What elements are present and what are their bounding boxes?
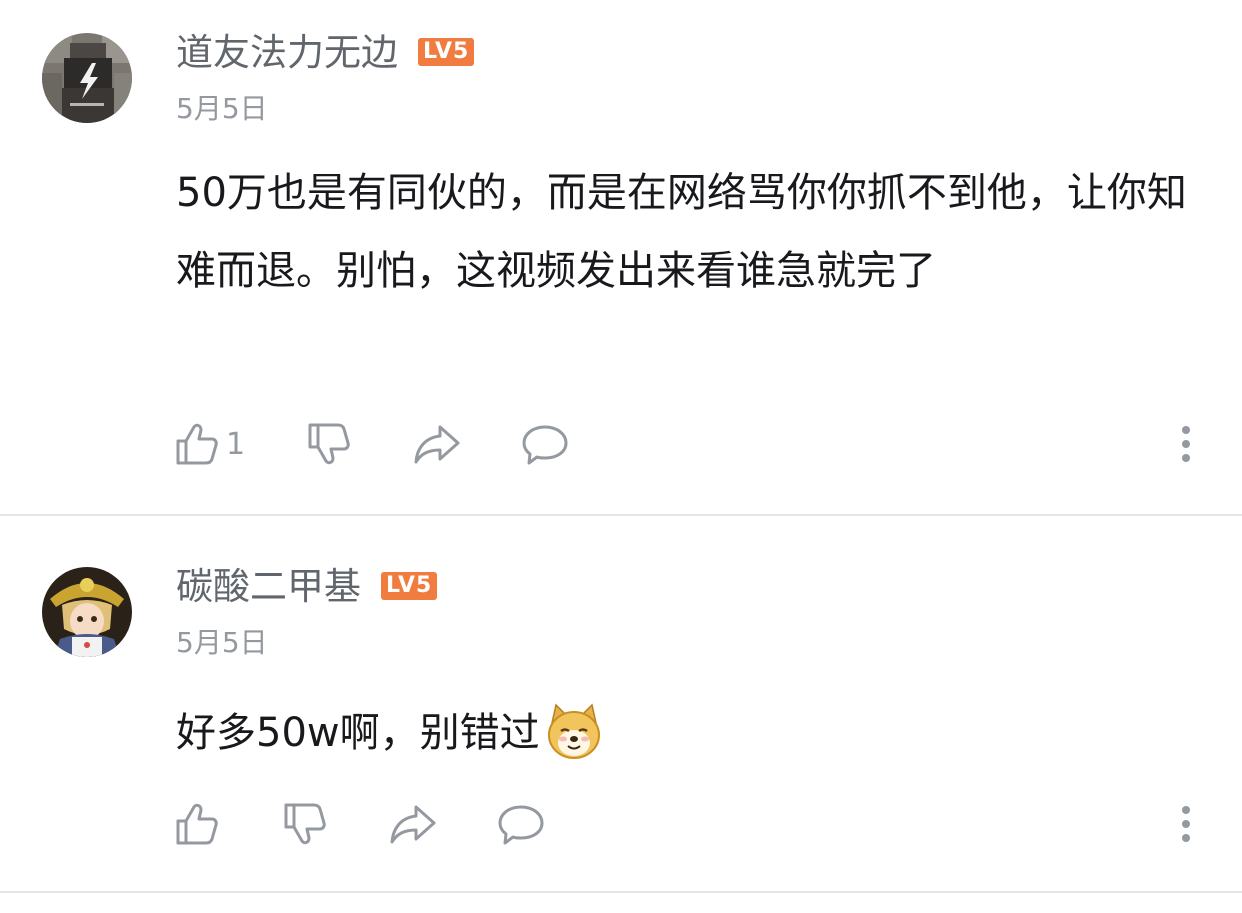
comment-item: 碳酸二甲基 LV5 5月5日 好多50w啊，别错过 (0, 516, 1242, 892)
like-button[interactable] (174, 800, 220, 848)
thumbs-up-icon (176, 803, 218, 845)
reply-button[interactable] (496, 800, 546, 848)
doge-emoji-icon (547, 703, 600, 759)
comment-bubble-icon (498, 805, 544, 845)
username[interactable]: 碳酸二甲基 LV5 (176, 565, 438, 609)
divider (0, 891, 1242, 893)
dislike-button[interactable] (306, 420, 352, 468)
username[interactable]: 道友法力无边 LV5 (176, 31, 475, 75)
anime-girl-avatar-icon (42, 567, 132, 657)
user-avatar[interactable] (42, 567, 132, 657)
username-text[interactable]: 碳酸二甲基 (176, 565, 361, 608)
pixelated-avatar-icon (42, 33, 132, 123)
more-options-icon[interactable] (1176, 420, 1196, 468)
thumbs-down-icon (308, 423, 350, 465)
share-icon (414, 425, 460, 464)
comment-text: 好多50w啊，别错过 (176, 710, 540, 756)
comment-bubble-icon (522, 425, 568, 465)
dislike-button[interactable] (282, 800, 328, 848)
level-badge: LV5 (381, 571, 438, 600)
thumbs-up-icon (176, 423, 218, 465)
comment-item: 道友法力无边 LV5 5月5日 50万也是有同伙的，而是在网络骂你你抓不到他，让你… (0, 0, 1242, 514)
comment-content: 50万也是有同伙的，而是在网络骂你你抓不到他，让你知难而退。别怕，这视频发出来看… (176, 170, 1187, 294)
share-icon (390, 805, 436, 844)
like-count: 1 (226, 426, 246, 462)
comment-content: 好多50w啊，别错过 (176, 694, 1196, 772)
level-badge: LV5 (418, 37, 475, 66)
more-options-icon[interactable] (1176, 800, 1196, 848)
like-button[interactable]: 1 (174, 420, 245, 468)
share-button[interactable] (388, 800, 438, 848)
thumbs-down-icon (284, 803, 326, 845)
comment-date: 5月5日 (176, 626, 268, 659)
reply-button[interactable] (520, 420, 570, 468)
username-text[interactable]: 道友法力无边 (176, 31, 398, 74)
comment-date: 5月5日 (176, 92, 268, 125)
share-button[interactable] (412, 420, 462, 468)
user-avatar[interactable] (42, 33, 132, 123)
